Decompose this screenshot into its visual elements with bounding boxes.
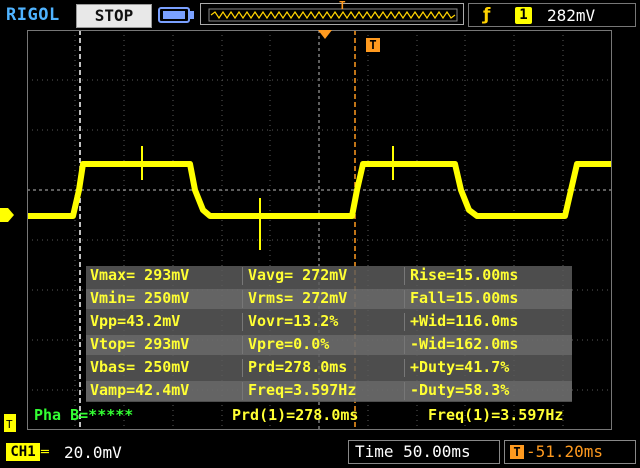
trigger-offset-value: -51.20ms: [526, 442, 604, 461]
storage-icon: [158, 7, 190, 23]
measurement-frequency: Freq=3.597Hz: [248, 381, 357, 399]
measurement-vrms: Vrms= 272mV: [248, 289, 348, 307]
top-status-bar: RIGOL STOP T ƒ 1 282mV: [0, 0, 640, 30]
ch1-offset-marker-icon[interactable]: [0, 208, 14, 222]
trigger-settings[interactable]: ƒ 1 282mV: [468, 3, 636, 27]
measurement-period: Prd=278.0ms: [248, 358, 348, 376]
svg-text:T: T: [6, 418, 13, 431]
rising-edge-icon: ƒ: [483, 5, 491, 25]
frequency-readout: Freq(1)=3.597Hz: [428, 406, 564, 424]
measurement-pos-duty: +Duty=41.7%: [410, 358, 510, 376]
trigger-t-icon[interactable]: T: [366, 38, 380, 52]
measurement-row: Vamp=42.4mV Freq=3.597Hz -Duty=58.3%: [86, 381, 572, 401]
trigger-level-value: 282mV: [547, 6, 596, 25]
memory-trigger-marker: T: [339, 0, 346, 12]
measurement-row: Vbas= 250mV Prd=278.0ms +Duty=41.7%: [86, 358, 572, 378]
measurement-row: Vmax= 293mV Vavg= 272mV Rise=15.00ms: [86, 266, 572, 286]
measurement-neg-width: -Wid=162.0ms: [410, 335, 519, 353]
period-readout: Prd(1)=278.0ms: [232, 406, 359, 424]
trigger-offset-icon: T: [510, 445, 524, 459]
measurement-vamp: Vamp=42.4mV: [90, 381, 190, 399]
trigger-level-marker-icon[interactable]: T: [4, 414, 18, 434]
measurement-vpp: Vpp=43.2mV: [90, 312, 181, 330]
measurement-vavg: Vavg= 272mV: [248, 266, 348, 284]
measurement-vtop: Vtop= 293mV: [90, 335, 190, 353]
timebase-value[interactable]: Time 50.00ms: [348, 440, 500, 464]
measurement-vovr: Vovr=13.2%: [248, 312, 339, 330]
trigger-source-badge: 1: [515, 7, 532, 24]
measurement-vmax: Vmax= 293mV: [90, 266, 190, 284]
measurement-row: Vmin= 250mV Vrms= 272mV Fall=15.00ms: [86, 289, 572, 309]
measurement-rise: Rise=15.00ms: [410, 266, 519, 284]
measurement-vpre: Vpre=0.0%: [248, 335, 330, 353]
vertical-scale-value[interactable]: 20.0mV: [64, 443, 122, 462]
measurement-row: Vpp=43.2mV Vovr=13.2% +Wid=116.0ms: [86, 312, 572, 332]
measurement-vbas: Vbas= 250mV: [90, 358, 190, 376]
dc-coupling-icon: ═: [41, 445, 49, 460]
measurement-vmin: Vmin= 250mV: [90, 289, 190, 307]
brand-logo: RIGOL: [6, 5, 60, 25]
run-stop-indicator[interactable]: STOP: [76, 4, 152, 28]
measurement-neg-duty: -Duty=58.3%: [410, 381, 510, 399]
trigger-offset-box[interactable]: T -51.20ms: [504, 440, 636, 464]
trigger-position-marker-icon[interactable]: [318, 30, 332, 40]
storage-icon-tip: [190, 11, 194, 19]
channel1-label[interactable]: CH1: [6, 443, 40, 461]
phase-readout: Pha B=*****: [34, 406, 134, 424]
measurement-pos-width: +Wid=116.0ms: [410, 312, 519, 330]
memory-depth-indicator: T: [200, 0, 464, 25]
measurement-row: Vtop= 293mV Vpre=0.0% -Wid=162.0ms: [86, 335, 572, 355]
measurement-panel: Vmax= 293mV Vavg= 272mV Rise=15.00ms Vmi…: [86, 266, 572, 402]
measurement-fall: Fall=15.00ms: [410, 289, 519, 307]
